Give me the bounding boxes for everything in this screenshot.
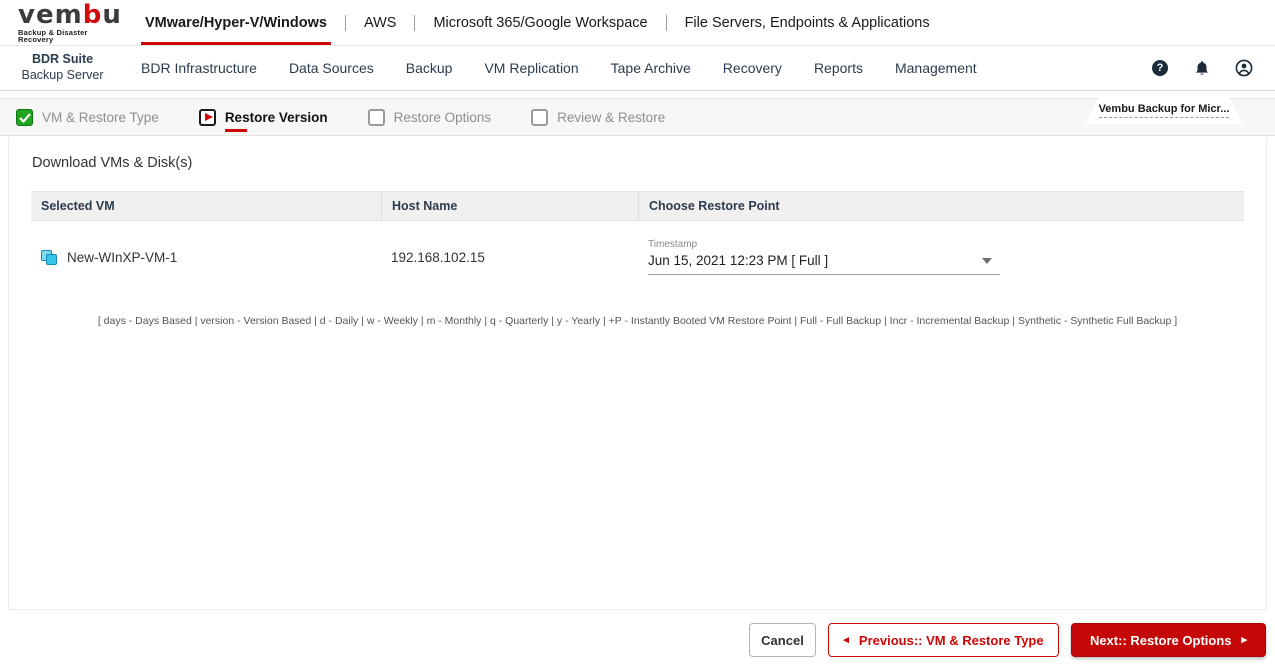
nav-tape-archive[interactable]: Tape Archive [611,60,691,76]
step-restore-version[interactable]: Restore Version [198,108,328,132]
wizard-steps-bar: VM & Restore Type Restore Version Restor… [0,98,1275,136]
step-restore-options[interactable]: Restore Options [367,108,491,126]
column-header-choose-restore-point: Choose Restore Point [638,192,1244,220]
table-header-row: Selected VM Host Name Choose Restore Poi… [31,191,1244,221]
main-nav-bar: BDR Suite Backup Server BDR Infrastructu… [0,46,1275,91]
nav-data-sources[interactable]: Data Sources [289,60,374,76]
divider [665,14,667,31]
notifications-bell-icon[interactable] [1193,59,1211,77]
top-nav: VMware/Hyper-V/Windows AWS Microsoft 365… [141,0,934,45]
step-pending-checkbox-icon [531,108,549,126]
selected-vm-cell: New-WInXP-VM-1 [31,249,381,265]
nav-recovery[interactable]: Recovery [723,60,782,76]
top-nav-m365-google[interactable]: Microsoft 365/Google Workspace [429,0,651,45]
divider [344,14,346,31]
wizard-footer: Cancel ◂ Previous:: VM & Restore Type Ne… [0,623,1275,657]
nav-backup[interactable]: Backup [406,60,453,76]
timestamp-dropdown-label: Timestamp [648,239,698,250]
help-icon[interactable]: ? [1151,59,1169,77]
user-account-icon[interactable] [1235,59,1253,77]
page-title: Download VMs & Disk(s) [32,155,193,171]
nav-bdr-infrastructure[interactable]: BDR Infrastructure [141,60,257,76]
cancel-button[interactable]: Cancel [749,623,816,657]
restore-point-cell: Timestamp Jun 15, 2021 12:23 PM [ Full ] [638,239,1244,275]
vm-name: New-WInXP-VM-1 [67,249,178,265]
column-header-selected-vm: Selected VM [41,199,115,213]
restore-point-legend: [ days - Days Based | version - Version … [97,315,1178,327]
vembu-logo-tagline: Backup & Disaster Recovery [18,27,88,44]
vm-icon [41,249,58,265]
top-bar: vembu Backup & Disaster Recovery VMware/… [0,0,1275,46]
product-label: BDR Suite Backup Server [0,52,125,83]
right-arrow-icon: ▸ [1241,633,1248,646]
top-nav-aws[interactable]: AWS [360,0,401,45]
step-review-restore[interactable]: Review & Restore [531,108,665,126]
nav-reports[interactable]: Reports [814,60,863,76]
step-vm-restore-type[interactable]: VM & Restore Type [16,108,159,126]
table-row: New-WInXP-VM-1 192.168.102.15 Timestamp … [31,221,1244,293]
left-arrow-icon: ◂ [843,633,849,646]
nav-management[interactable]: Management [895,60,977,76]
step-done-checkbox-icon [16,108,33,126]
utility-icons: ? [1151,59,1253,77]
timestamp-dropdown[interactable]: Timestamp Jun 15, 2021 12:23 PM [ Full ] [648,239,1000,275]
content-panel: Download VMs & Disk(s) Selected VM Host … [8,137,1267,610]
host-name-cell: 192.168.102.15 [391,249,485,265]
divider [414,14,416,31]
main-nav: BDR Infrastructure Data Sources Backup V… [141,60,977,76]
context-tab-vembu-backup[interactable]: Vembu Backup for Micr... [1085,97,1243,124]
top-nav-file-servers[interactable]: File Servers, Endpoints & Applications [681,0,934,45]
column-header-host-name: Host Name [381,192,638,220]
top-nav-vmware-hyperv-windows[interactable]: VMware/Hyper-V/Windows [141,0,331,45]
previous-button[interactable]: ◂ Previous:: VM & Restore Type [828,623,1059,657]
nav-vm-replication[interactable]: VM Replication [484,60,578,76]
timestamp-dropdown-value: Jun 15, 2021 12:23 PM [ Full ] [648,253,829,268]
vembu-logo-word: vembu [18,0,122,30]
product-name: BDR Suite [31,52,94,67]
step-current-play-icon [198,108,216,126]
vembu-logo[interactable]: vembu Backup & Disaster Recovery [0,2,125,44]
next-button[interactable]: Next:: Restore Options ▸ [1071,623,1266,657]
product-subtitle: Backup Server [21,68,104,82]
step-pending-checkbox-icon [367,108,385,126]
restore-point-table: Selected VM Host Name Choose Restore Poi… [31,191,1244,293]
chevron-down-icon [982,258,992,264]
